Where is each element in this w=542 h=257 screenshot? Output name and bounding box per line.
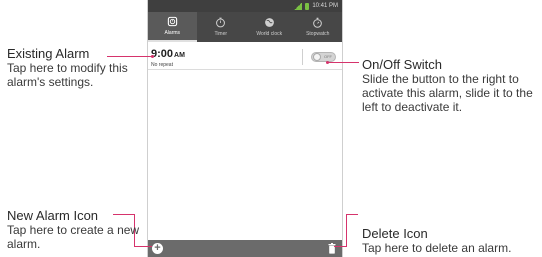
leader-line-delete	[346, 214, 358, 215]
leader-line-onoff	[327, 62, 359, 63]
tab-label: Timer	[214, 31, 228, 37]
switch-divider	[302, 49, 303, 65]
callout-body: Tap here to create a new alarm.	[7, 223, 140, 251]
alarm-repeat-label: No repeat	[151, 62, 173, 68]
callout-title: Existing Alarm	[7, 46, 90, 61]
callout-existing-alarm: Existing Alarm Tap here to modify this a…	[7, 46, 142, 89]
leader-line-delete-end	[334, 246, 347, 247]
timer-icon	[216, 17, 226, 28]
callout-body: Tap here to delete an alarm.	[362, 241, 512, 255]
leader-dot-onoff	[326, 61, 329, 64]
callout-new-alarm-icon: New Alarm Icon Tap here to create a new …	[7, 208, 142, 251]
new-alarm-plus-icon[interactable]: +	[152, 243, 163, 254]
callout-title: Delete Icon	[362, 226, 428, 241]
alarm-ampm: AM	[174, 52, 185, 59]
tab-stopwatch[interactable]: Stopwatch	[294, 12, 343, 42]
callout-on-off-switch: On/Off Switch Slide the button to the ri…	[362, 57, 542, 114]
alarm-time: 9:00AM	[151, 48, 185, 60]
tab-alarms[interactable]: Alarms	[148, 12, 197, 42]
callout-delete-icon: Delete Icon Tap here to delete an alarm.	[362, 226, 542, 255]
tab-world-clock[interactable]: World clock	[245, 12, 294, 42]
world-clock-icon	[264, 18, 274, 27]
tab-bar: Alarms Timer World clock Stopwatch	[148, 12, 342, 42]
status-bar: 10:41 PM	[148, 0, 342, 12]
status-time: 10:41 PM	[312, 3, 338, 9]
callout-body: Slide the button to the right to activat…	[362, 72, 533, 114]
existing-alarm-item[interactable]: 9:00AM No repeat OFF	[148, 44, 342, 70]
leader-dot-existing	[151, 55, 154, 58]
tab-label: Stopwatch	[306, 31, 330, 37]
tab-label: World clock	[256, 31, 283, 37]
stopwatch-icon	[313, 17, 323, 28]
battery-icon	[305, 2, 310, 10]
tab-timer[interactable]: Timer	[197, 12, 246, 42]
callout-title: On/Off Switch	[362, 57, 442, 72]
leader-line-delete-vertical	[346, 214, 347, 247]
alarm-clock-icon	[167, 16, 177, 27]
signal-icon	[294, 2, 303, 10]
alarm-on-off-switch[interactable]: OFF	[311, 52, 336, 62]
delete-trash-icon[interactable]	[328, 243, 336, 254]
callout-body: Tap here to modify this alarm's settings…	[7, 61, 128, 89]
phone-screen: 10:41 PM Alarms Timer World clock Stopwa…	[147, 0, 343, 257]
switch-knob[interactable]	[313, 53, 321, 61]
tab-label: Alarms	[164, 30, 181, 36]
bottom-action-bar: +	[148, 240, 342, 257]
switch-state-label: OFF	[324, 54, 332, 59]
callout-title: New Alarm Icon	[7, 208, 99, 223]
